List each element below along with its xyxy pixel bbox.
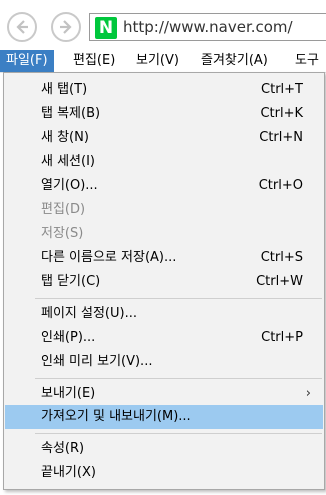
menu-item-shortcut: Ctrl+T (261, 82, 303, 97)
menu-item-label: 보내기(E) (41, 386, 96, 401)
menu-item-shortcut: Ctrl+S (260, 250, 303, 265)
back-button[interactable] (7, 12, 37, 42)
back-arrow-icon (16, 20, 28, 34)
menu-item-label: 편집(D) (41, 202, 86, 217)
menu-item-new-tab[interactable]: 새 탭(T) Ctrl+T (5, 78, 323, 102)
menu-item-new-window[interactable]: 새 창(N) Ctrl+N (5, 126, 323, 150)
menu-item-label: 페이지 설정(U)... (41, 306, 137, 321)
menu-item-send[interactable]: 보내기(E) › (5, 382, 323, 406)
menu-file[interactable]: 파일(F) (0, 50, 54, 72)
menu-item-label: 탭 닫기(C) (41, 274, 101, 289)
menu-item-duplicate-tab[interactable]: 탭 복제(B) Ctrl+K (5, 102, 323, 126)
menu-item-page-setup[interactable]: 페이지 설정(U)... (5, 302, 323, 326)
menu-item-shortcut: Ctrl+O (258, 178, 303, 193)
file-menu-dropdown: 새 탭(T) Ctrl+T 탭 복제(B) Ctrl+K 새 창(N) Ctrl… (3, 72, 325, 490)
menu-item-exit[interactable]: 끝내기(X) (5, 461, 323, 485)
forward-arrow-icon (60, 20, 72, 34)
menu-item-label: 인쇄(P)... (41, 330, 96, 345)
menu-item-label: 새 탭(T) (41, 82, 88, 97)
forward-button[interactable] (51, 12, 81, 42)
menu-item-new-session[interactable]: 새 세션(I) (5, 150, 323, 174)
menu-edit[interactable]: 편집(E) (67, 50, 121, 72)
menu-item-shortcut: Ctrl+K (260, 106, 303, 121)
menu-item-properties[interactable]: 속성(R) (5, 437, 323, 461)
menu-item-import-export[interactable]: 가져오기 및 내보내기(M)... (5, 405, 323, 429)
menu-item-label: 다른 이름으로 저장(A)... (41, 250, 177, 265)
menu-item-label: 탭 복제(B) (41, 106, 101, 121)
menu-item-label: 새 창(N) (41, 130, 89, 145)
menu-view[interactable]: 보기(V) (130, 50, 185, 72)
browser-toolbar: N http://www.naver.com/ (0, 0, 326, 50)
menu-item-shortcut: Ctrl+W (256, 274, 303, 289)
menu-item-label: 가져오기 및 내보내기(M)... (41, 409, 191, 424)
menu-separator (35, 433, 322, 434)
menu-item-save-as[interactable]: 다른 이름으로 저장(A)... Ctrl+S (5, 246, 323, 270)
menu-item-save: 저장(S) (5, 222, 323, 246)
menu-separator (35, 298, 322, 299)
address-bar[interactable]: N http://www.naver.com/ (89, 13, 326, 41)
menu-separator (35, 378, 322, 379)
menu-item-label: 새 세션(I) (41, 154, 95, 169)
menu-item-edit: 편집(D) (5, 198, 323, 222)
menu-item-print[interactable]: 인쇄(P)... Ctrl+P (5, 326, 323, 350)
menu-tools[interactable]: 도구 (289, 50, 325, 72)
menu-bar: 파일(F) 편집(E) 보기(V) 즐겨찾기(A) 도구 (0, 50, 326, 73)
menu-item-label: 인쇄 미리 보기(V)... (41, 354, 153, 369)
submenu-arrow-icon: › (305, 386, 311, 401)
address-url[interactable]: http://www.naver.com/ (123, 18, 293, 36)
menu-item-shortcut: Ctrl+N (259, 130, 303, 145)
menu-item-label: 저장(S) (41, 226, 84, 241)
menu-item-close-tab[interactable]: 탭 닫기(C) Ctrl+W (5, 270, 323, 294)
menu-favorites[interactable]: 즐겨찾기(A) (195, 50, 274, 72)
menu-item-label: 열기(O)... (41, 178, 98, 193)
menu-item-print-preview[interactable]: 인쇄 미리 보기(V)... (5, 350, 323, 374)
menu-item-shortcut: Ctrl+P (261, 330, 303, 345)
menu-item-open[interactable]: 열기(O)... Ctrl+O (5, 174, 323, 198)
menu-item-label: 속성(R) (41, 441, 85, 456)
menu-item-label: 끝내기(X) (41, 465, 96, 480)
naver-favicon-icon: N (95, 17, 117, 39)
